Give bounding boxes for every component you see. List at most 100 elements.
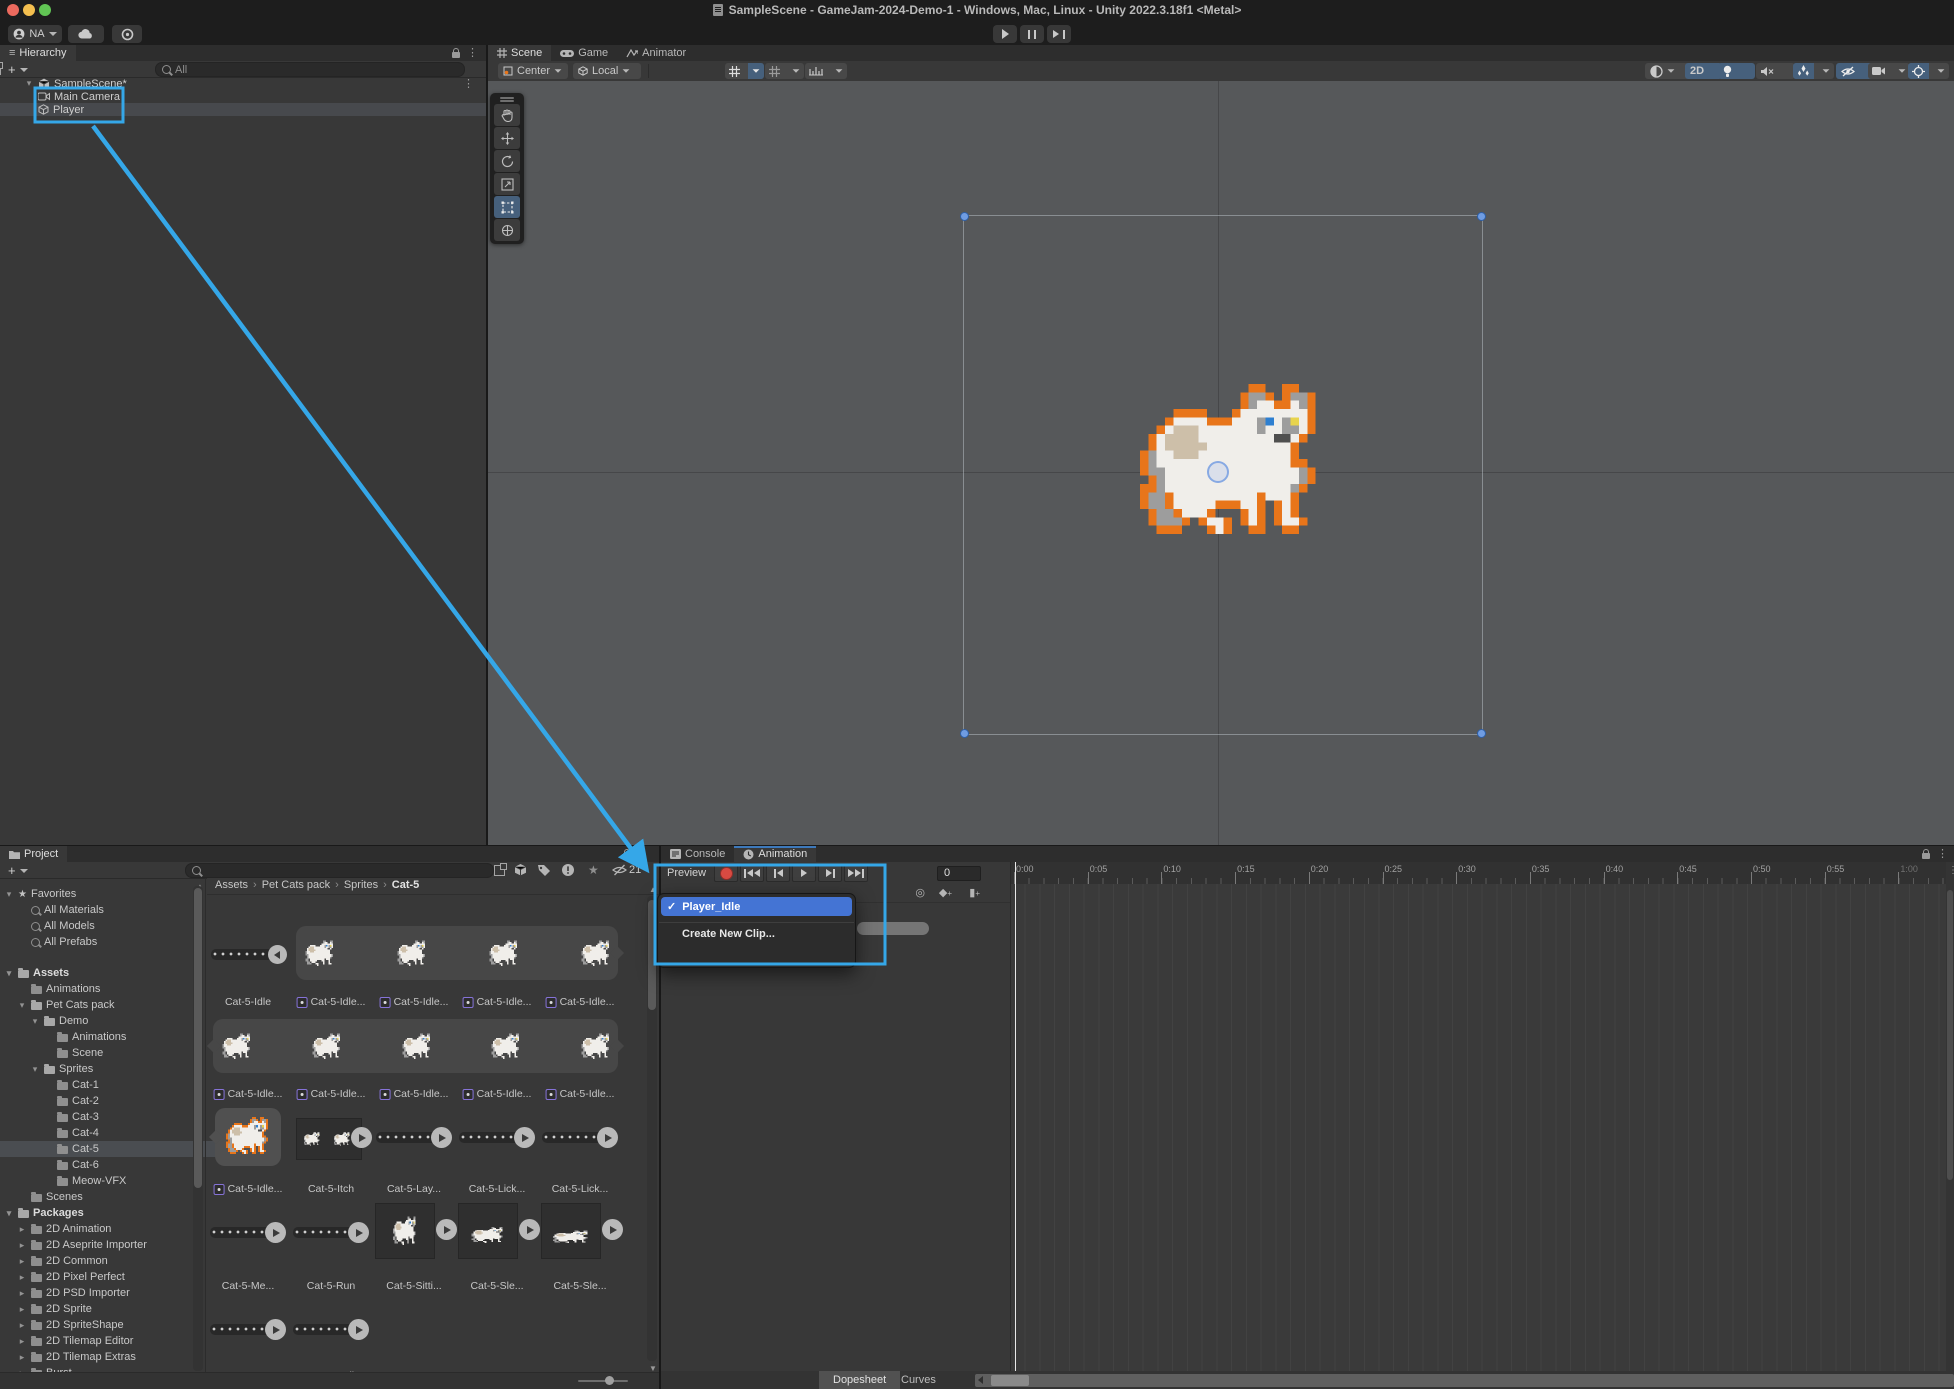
grid-scrollbar-thumb[interactable] xyxy=(648,900,656,1010)
selection-handle-bl[interactable] xyxy=(960,729,969,738)
expand-arrow[interactable]: ▸ xyxy=(17,1240,27,1251)
sprite-thumb[interactable] xyxy=(490,1032,522,1062)
previous-frame-button[interactable] xyxy=(766,864,790,882)
favorites-filter-icon[interactable]: ★ xyxy=(588,863,599,877)
tab-game[interactable]: Game xyxy=(551,45,617,61)
lock-icon[interactable] xyxy=(452,52,460,58)
project-tree-item-all-materials[interactable]: All Materials xyxy=(0,902,222,918)
project-search-input[interactable] xyxy=(185,863,494,878)
package-filter-icon[interactable] xyxy=(514,864,527,876)
kebab-menu-icon[interactable]: ⋮ xyxy=(638,847,649,861)
transform-tool-button[interactable] xyxy=(494,219,520,241)
tree-scrollbar-thumb[interactable] xyxy=(194,888,202,1188)
project-tree-item-animations[interactable]: Animations xyxy=(0,981,222,997)
play-clip-button[interactable] xyxy=(519,1219,540,1240)
menu-item-create-new-clip[interactable]: Create New Clip... xyxy=(658,928,855,940)
kebab-menu-icon[interactable]: ⋮ xyxy=(1937,847,1948,861)
play-clip-button[interactable] xyxy=(431,1127,452,1148)
tab-animator[interactable]: Animator xyxy=(617,45,695,61)
add-object-button[interactable]: + xyxy=(8,62,16,77)
grid-visibility-caret[interactable] xyxy=(788,63,804,79)
scene-viewport[interactable] xyxy=(488,81,1954,845)
sprite-group-1[interactable] xyxy=(213,1019,618,1073)
tab-curves[interactable]: Curves xyxy=(887,1371,950,1389)
gizmos-caret[interactable] xyxy=(1933,63,1949,79)
expand-arrow[interactable]: ▸ xyxy=(17,1304,27,1315)
timeline-scrollbar-thumb[interactable] xyxy=(1947,890,1953,1180)
hand-tool-button[interactable] xyxy=(494,104,520,126)
hierarchy-row-main-camera[interactable]: Main Camera xyxy=(0,90,486,103)
tab-project[interactable]: Project xyxy=(0,846,67,862)
timeline-hscrollbar[interactable] xyxy=(975,1374,1954,1387)
tree-scrollbar[interactable]: ▼ xyxy=(193,886,203,1371)
project-tree-item-all-prefabs[interactable]: All Prefabs xyxy=(0,934,222,950)
project-tree-item-2d-tilemap-extras[interactable]: ▸2D Tilemap Extras xyxy=(0,1349,222,1365)
sprite-pivot-gizmo[interactable] xyxy=(1207,461,1229,483)
expand-arrow[interactable]: ▾ xyxy=(4,1208,14,1219)
clip-square-thumb-cat-5-sle-[interactable] xyxy=(458,1203,518,1259)
play-clip-button[interactable] xyxy=(265,1319,286,1340)
selected-sprite-thumb-cat-5-idle-[interactable] xyxy=(215,1108,281,1166)
timeline-ruler[interactable]: 0:000:050:100:150:200:250:300:350:400:45… xyxy=(1010,862,1946,885)
kebab-menu-icon[interactable]: ⋮ xyxy=(467,46,478,60)
playhead[interactable] xyxy=(1015,862,1016,1371)
add-keyframe-icon[interactable]: ◆+ xyxy=(939,886,952,899)
project-tree-item-2d-psd-importer[interactable]: ▸2D PSD Importer xyxy=(0,1285,222,1301)
tab-hierarchy[interactable]: ≡ Hierarchy xyxy=(0,45,76,61)
clip-square-thumb-cat-5-sle-[interactable] xyxy=(541,1203,601,1259)
label-filter-icon[interactable] xyxy=(538,864,550,876)
tab-animation[interactable]: Animation xyxy=(734,846,816,862)
thumbnail-size-slider[interactable] xyxy=(578,1380,628,1382)
services-button[interactable] xyxy=(112,25,142,43)
expand-arrow[interactable]: ▸ xyxy=(17,1224,27,1235)
open-in-new-icon[interactable] xyxy=(0,64,1,75)
project-tree-item-2d-spriteshape[interactable]: ▸2D SpriteShape xyxy=(0,1317,222,1333)
cloud-button[interactable] xyxy=(68,25,104,43)
sprite-thumb[interactable] xyxy=(226,1117,270,1157)
project-tree-item-packages[interactable]: ▾Packages xyxy=(0,1205,209,1221)
expand-arrow[interactable]: ▾ xyxy=(17,1000,27,1011)
create-asset-caret[interactable] xyxy=(20,869,28,873)
effects-caret[interactable] xyxy=(1818,63,1834,79)
rotate-tool-button[interactable] xyxy=(494,150,520,172)
project-tree-item-scenes[interactable]: Scenes xyxy=(0,1189,222,1205)
first-frame-button[interactable] xyxy=(740,864,764,882)
project-tree-item-2d-aseprite-importer[interactable]: ▸2D Aseprite Importer xyxy=(0,1237,222,1253)
kebab-menu-icon[interactable]: ⋮ xyxy=(463,77,474,91)
sprite-thumb[interactable] xyxy=(488,939,520,969)
open-in-new-icon[interactable] xyxy=(494,865,505,876)
play-clip-button[interactable] xyxy=(514,1127,535,1148)
next-frame-button[interactable] xyxy=(818,864,842,882)
pause-button[interactable] xyxy=(1020,25,1044,43)
project-tree-item-pet-cats-pack[interactable]: ▾Pet Cats pack xyxy=(0,997,222,1013)
shading-mode-dropdown[interactable] xyxy=(1645,63,1689,79)
last-frame-button[interactable] xyxy=(844,864,868,882)
menu-item-player-idle[interactable]: ✓ Player_Idle xyxy=(661,897,852,916)
pivot-mode-dropdown[interactable]: Center xyxy=(498,63,568,79)
dopesheet-area[interactable] xyxy=(1010,884,1946,1371)
overlay-drag-handle[interactable] xyxy=(492,95,522,103)
project-tree-item-2d-animation[interactable]: ▸2D Animation xyxy=(0,1221,222,1237)
expand-arrow[interactable]: ▸ xyxy=(17,1320,27,1331)
record-button[interactable] xyxy=(714,864,738,882)
hidden-count-icon[interactable] xyxy=(612,864,627,879)
expand-arrow[interactable]: ▸ xyxy=(17,1336,27,1347)
clip-square-thumb-cat-5-sitti-[interactable] xyxy=(375,1203,435,1259)
add-object-caret[interactable] xyxy=(20,68,28,72)
sprite-thumb[interactable] xyxy=(311,1032,343,1062)
grid-snap-toggle[interactable] xyxy=(725,63,764,79)
sprite-thumb[interactable] xyxy=(580,1032,612,1062)
ruler-options-icon[interactable]: ⋮ xyxy=(1948,864,1954,878)
player-cat-sprite[interactable] xyxy=(1140,384,1324,537)
breadcrumb-item-assets[interactable]: Assets xyxy=(215,879,248,891)
expand-arrow[interactable]: ▾ xyxy=(30,1064,40,1075)
project-tree-item-all-models[interactable]: All Models xyxy=(0,918,222,934)
play-clip-button[interactable] xyxy=(348,1319,369,1340)
preview-button[interactable]: Preview xyxy=(667,867,706,879)
importance-filter-icon[interactable] xyxy=(562,864,574,876)
play-clip-button[interactable] xyxy=(436,1219,457,1240)
play-clip-button[interactable] xyxy=(602,1219,623,1240)
create-asset-button[interactable]: + xyxy=(8,863,16,878)
project-tree-item-favorites[interactable]: ▾★Favorites xyxy=(0,886,209,902)
play-clip-button[interactable] xyxy=(597,1127,618,1148)
